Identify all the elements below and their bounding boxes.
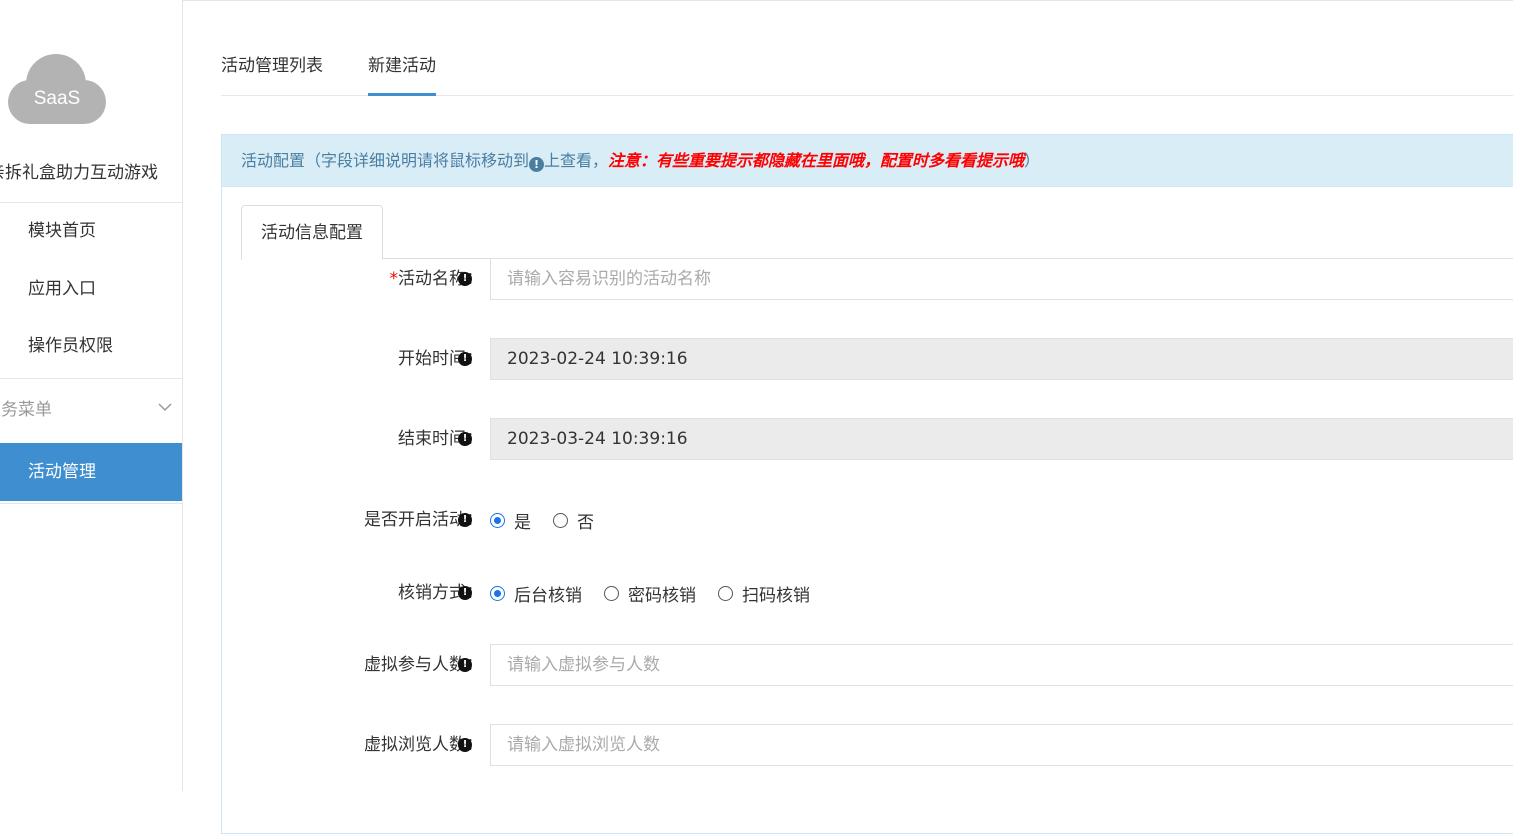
help-tip-icon[interactable]: ! bbox=[458, 738, 472, 752]
tab-activity-info-config[interactable]: 活动信息配置 bbox=[241, 205, 383, 260]
help-tip-icon[interactable]: ! bbox=[458, 513, 472, 527]
sidebar: SaaS 亲拆礼盒助力互动游戏 模块首页 应用入口 操作员权限 服务菜单 活动管… bbox=[0, 0, 183, 791]
form-row-activity-name: *活动名称： ! bbox=[222, 258, 1513, 300]
form-row-verify-method: 核销方式： ! 后台核销 密码核销 扫码核销 bbox=[222, 572, 1513, 614]
radio-circle[interactable] bbox=[490, 585, 505, 601]
info-icon: ! bbox=[529, 157, 545, 172]
radio-label: 密码核销 bbox=[628, 585, 696, 606]
radio-enable-yes[interactable]: 是 bbox=[490, 508, 531, 533]
chevron-down-icon bbox=[158, 403, 172, 412]
virtual-views-input[interactable] bbox=[490, 724, 1513, 766]
sidebar-divider bbox=[0, 503, 182, 504]
form-row-virtual-participants: 虚拟参与人数： ! bbox=[222, 644, 1513, 686]
panel-header-prefix: 活动配置（字段详细说明请将鼠标移动到 bbox=[241, 151, 530, 170]
radio-circle[interactable] bbox=[718, 585, 733, 601]
tab-new-activity[interactable]: 新建活动 bbox=[368, 42, 436, 96]
verify-method-radio-group: 后台核销 密码核销 扫码核销 bbox=[490, 572, 832, 614]
radio-enable-no[interactable]: 否 bbox=[553, 508, 594, 533]
tab-label: 活动信息配置 bbox=[261, 223, 363, 243]
radio-label: 是 bbox=[514, 512, 531, 533]
help-tip-icon[interactable]: ! bbox=[458, 658, 472, 672]
main-content: 活动管理列表 新建活动 活动配置（字段详细说明请将鼠标移动到! 上查看，注意：有些… bbox=[183, 0, 1513, 834]
inner-tabs: 活动信息配置 bbox=[241, 205, 1513, 260]
enable-activity-radio-group: 是 否 bbox=[490, 499, 616, 541]
help-tip-icon[interactable]: ! bbox=[458, 352, 472, 366]
app-name: 亲拆礼盒助力互动游戏 bbox=[0, 163, 158, 183]
sidebar-item-app-entry[interactable]: 应用入口 bbox=[0, 260, 182, 318]
activity-config-panel: 活动配置（字段详细说明请将鼠标移动到! 上查看，注意：有些重要提示都隐藏在里面哦，… bbox=[221, 134, 1513, 834]
radio-circle[interactable] bbox=[553, 512, 568, 528]
panel-header-middle: 上查看， bbox=[544, 151, 609, 170]
sidebar-item-label: 活动管理 bbox=[28, 462, 96, 482]
logo-text: SaaS bbox=[33, 88, 81, 109]
radio-circle[interactable] bbox=[490, 512, 505, 528]
sidebar-item-label: 模块首页 bbox=[28, 221, 96, 241]
end-time-input[interactable] bbox=[490, 418, 1513, 460]
radio-label: 否 bbox=[577, 512, 594, 533]
top-tabs: 活动管理列表 新建活动 bbox=[221, 42, 1513, 96]
help-tip-icon[interactable]: ! bbox=[458, 272, 472, 286]
radio-verify-password[interactable]: 密码核销 bbox=[604, 581, 696, 606]
sidebar-item-activity-management[interactable]: 活动管理 bbox=[0, 443, 182, 501]
radio-verify-backend[interactable]: 后台核销 bbox=[490, 581, 582, 606]
sidebar-divider bbox=[0, 378, 182, 379]
sidebar-item-module-home[interactable]: 模块首页 bbox=[0, 202, 182, 260]
radio-circle[interactable] bbox=[604, 585, 619, 601]
tab-label: 新建活动 bbox=[368, 56, 436, 76]
sidebar-item-operator-permissions[interactable]: 操作员权限 bbox=[0, 317, 182, 375]
activity-name-input[interactable] bbox=[490, 258, 1513, 300]
sidebar-group-service-menu[interactable]: 服务菜单 bbox=[0, 380, 182, 440]
radio-label: 扫码核销 bbox=[742, 585, 810, 606]
sidebar-item-label: 应用入口 bbox=[28, 279, 96, 299]
panel-header-warning: 注意：有些重要提示都隐藏在里面哦，配置时多看看提示哦 bbox=[608, 151, 1025, 170]
required-mark: * bbox=[389, 269, 399, 289]
tab-activity-list[interactable]: 活动管理列表 bbox=[221, 42, 323, 96]
form-row-end-time: 结束时间： ! bbox=[222, 418, 1513, 460]
radio-label: 后台核销 bbox=[514, 585, 582, 606]
form-row-start-time: 开始时间： ! bbox=[222, 338, 1513, 380]
sidebar-group-label: 服务菜单 bbox=[0, 400, 52, 420]
virtual-participants-input[interactable] bbox=[490, 644, 1513, 686]
help-tip-icon[interactable]: ! bbox=[458, 586, 472, 600]
radio-verify-scan[interactable]: 扫码核销 bbox=[718, 581, 810, 606]
panel-header-suffix: ） bbox=[1024, 151, 1041, 170]
start-time-input[interactable] bbox=[490, 338, 1513, 380]
tab-label: 活动管理列表 bbox=[221, 56, 323, 76]
form-row-enable-activity: 是否开启活动： ! 是 否 bbox=[222, 499, 1513, 541]
panel-header: 活动配置（字段详细说明请将鼠标移动到! 上查看，注意：有些重要提示都隐藏在里面哦，… bbox=[222, 135, 1513, 187]
help-tip-icon[interactable]: ! bbox=[458, 432, 472, 446]
form-row-virtual-views: 虚拟浏览人数： ! bbox=[222, 724, 1513, 766]
sidebar-item-label: 操作员权限 bbox=[28, 336, 113, 356]
